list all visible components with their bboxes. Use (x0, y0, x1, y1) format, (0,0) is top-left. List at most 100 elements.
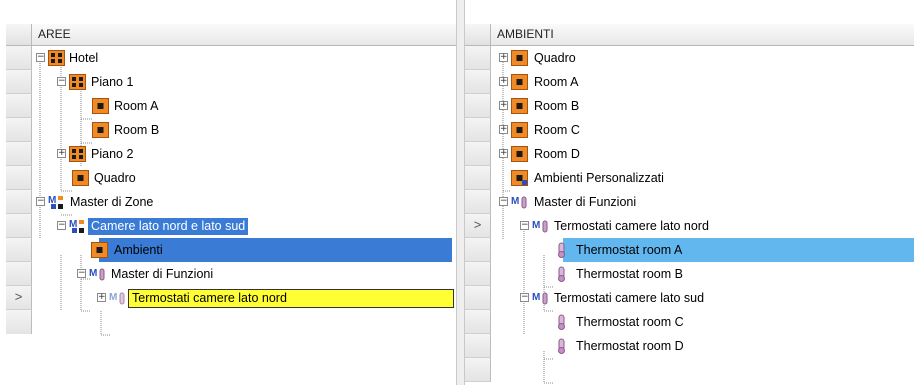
tree-item-label: Master di Funzioni (111, 267, 214, 281)
tree-item-label: Piano 1 (91, 75, 134, 89)
row-indicator[interactable] (465, 70, 491, 94)
row-indicator[interactable] (6, 166, 32, 190)
row-indicator[interactable] (465, 262, 491, 286)
row-indicator[interactable] (6, 310, 32, 334)
room-icon (511, 74, 528, 90)
row-indicator-current[interactable]: > (465, 214, 491, 238)
room-icon (92, 122, 109, 138)
expand-toggle[interactable]: + (499, 149, 508, 158)
thermometer-icon (558, 242, 565, 258)
tree-item-termostati-camere-lato-nord[interactable]: + M Termostati camere lato nord (32, 286, 456, 310)
row-indicator[interactable] (465, 190, 491, 214)
collapse-toggle[interactable]: − (77, 269, 86, 278)
grid-building-icon (69, 146, 86, 162)
tree-item-ambienti[interactable]: Ambienti (32, 238, 456, 262)
row-indicator[interactable] (6, 70, 32, 94)
tree-item-termostati-camere-lato-nord[interactable]: − M Termostati camere lato nord (491, 214, 914, 238)
row-indicator[interactable] (465, 286, 491, 310)
ambienti-header: AMBIENTI (465, 24, 914, 46)
tree-item-room-d[interactable]: + Room D (491, 142, 914, 166)
row-indicator[interactable] (6, 214, 32, 238)
tree-item-label: Master di Funzioni (534, 195, 637, 209)
row-indicator[interactable] (465, 166, 491, 190)
row-indicator-header (6, 24, 32, 46)
row-indicator[interactable] (6, 118, 32, 142)
tree-item-room-c[interactable]: + Room C (491, 118, 914, 142)
master-function-icon: M (89, 268, 105, 281)
tree-item-quadro[interactable]: Quadro (32, 166, 456, 190)
tree-item-piano-1[interactable]: − Piano 1 (32, 70, 456, 94)
custom-room-icon (511, 170, 528, 186)
expand-toggle[interactable]: + (499, 53, 508, 62)
row-indicator[interactable] (6, 238, 32, 262)
collapse-toggle[interactable]: − (520, 293, 529, 302)
row-indicator[interactable] (6, 142, 32, 166)
thermometer-icon (558, 314, 565, 330)
ambienti-tree-panel[interactable]: AMBIENTI > + Quadro + Room A + Room B + … (465, 24, 914, 385)
collapse-toggle[interactable]: − (520, 221, 529, 230)
collapse-toggle[interactable]: − (57, 77, 66, 86)
master-zone-icon: M (48, 195, 63, 209)
master-function-icon: M (532, 220, 548, 233)
tree-item-label: Room A (114, 99, 159, 113)
tree-item-thermostat-room-a[interactable]: Thermostat room A (491, 238, 914, 262)
tree-item-label: Room B (534, 99, 580, 113)
row-indicator[interactable] (6, 46, 32, 70)
collapse-toggle[interactable]: − (57, 221, 66, 230)
room-icon (511, 122, 528, 138)
tree-item-label: Termostati camere lato sud (554, 291, 705, 305)
row-indicator[interactable] (465, 358, 491, 382)
aree-column-header[interactable]: AREE (32, 24, 456, 46)
expand-toggle[interactable]: + (97, 293, 106, 302)
collapse-toggle[interactable]: − (499, 197, 508, 206)
ambienti-column-header[interactable]: AMBIENTI (491, 24, 914, 46)
aree-header: AREE (6, 24, 456, 46)
tree-item-hotel[interactable]: − Hotel (32, 46, 456, 70)
row-indicator[interactable] (465, 94, 491, 118)
tree-item-label: Master di Zone (70, 195, 154, 209)
tree-item-thermostat-room-d[interactable]: Thermostat room D (491, 334, 914, 358)
row-indicator[interactable] (465, 238, 491, 262)
expand-toggle[interactable]: + (499, 125, 508, 134)
tree-item-termostati-camere-lato-sud[interactable]: − M Termostati camere lato sud (491, 286, 914, 310)
collapse-toggle[interactable]: − (36, 53, 45, 62)
collapse-toggle[interactable]: − (36, 197, 45, 206)
tree-item-label: Room C (534, 123, 580, 137)
svg-text:M: M (532, 220, 540, 231)
tree-item-master-di-zone[interactable]: − M Master di Zone (32, 190, 456, 214)
tree-item-master-di-funzioni[interactable]: − M Master di Funzioni (491, 190, 914, 214)
row-indicator[interactable] (465, 310, 491, 334)
row-pointer-icon: > (14, 289, 23, 304)
tree-item-room-b[interactable]: Room B (32, 118, 456, 142)
panel-splitter[interactable] (456, 0, 465, 385)
tree-item-ambienti-personalizzati[interactable]: Ambienti Personalizzati (491, 166, 914, 190)
grid-building-icon (69, 74, 86, 90)
row-indicator[interactable] (465, 334, 491, 358)
tree-item-label: Room B (114, 123, 160, 137)
row-indicator[interactable] (465, 142, 491, 166)
aree-tree-panel[interactable]: AREE > − Hotel − Piano 1 Room A Room B +… (6, 24, 456, 385)
svg-text:M: M (89, 268, 97, 279)
row-indicator[interactable] (465, 46, 491, 70)
tree-item-label: Thermostat room C (576, 315, 684, 329)
tree-item-label: Room D (534, 147, 580, 161)
row-indicator[interactable] (6, 190, 32, 214)
row-indicator[interactable] (465, 118, 491, 142)
expand-toggle[interactable]: + (57, 149, 66, 158)
row-indicator[interactable] (6, 262, 32, 286)
expand-toggle[interactable]: + (499, 101, 508, 110)
tree-item-thermostat-room-c[interactable]: Thermostat room C (491, 310, 914, 334)
tree-item-master-di-funzioni[interactable]: − M Master di Funzioni (32, 262, 456, 286)
row-indicator-current[interactable]: > (6, 286, 32, 310)
tree-item-piano-2[interactable]: + Piano 2 (32, 142, 456, 166)
tree-item-room-a[interactable]: + Room A (491, 70, 914, 94)
tree-item-room-a[interactable]: Room A (32, 94, 456, 118)
tree-item-camere-lato-nord-e-lato-sud[interactable]: − M Camere lato nord e lato sud (32, 214, 456, 238)
tree-item-thermostat-room-b[interactable]: Thermostat room B (491, 262, 914, 286)
tree-item-quadro[interactable]: + Quadro (491, 46, 914, 70)
tree-item-room-b[interactable]: + Room B (491, 94, 914, 118)
row-indicator[interactable] (6, 94, 32, 118)
room-icon (91, 242, 108, 258)
expand-toggle[interactable]: + (499, 77, 508, 86)
tree-item-label-edit[interactable]: Termostati camere lato nord (128, 289, 454, 308)
